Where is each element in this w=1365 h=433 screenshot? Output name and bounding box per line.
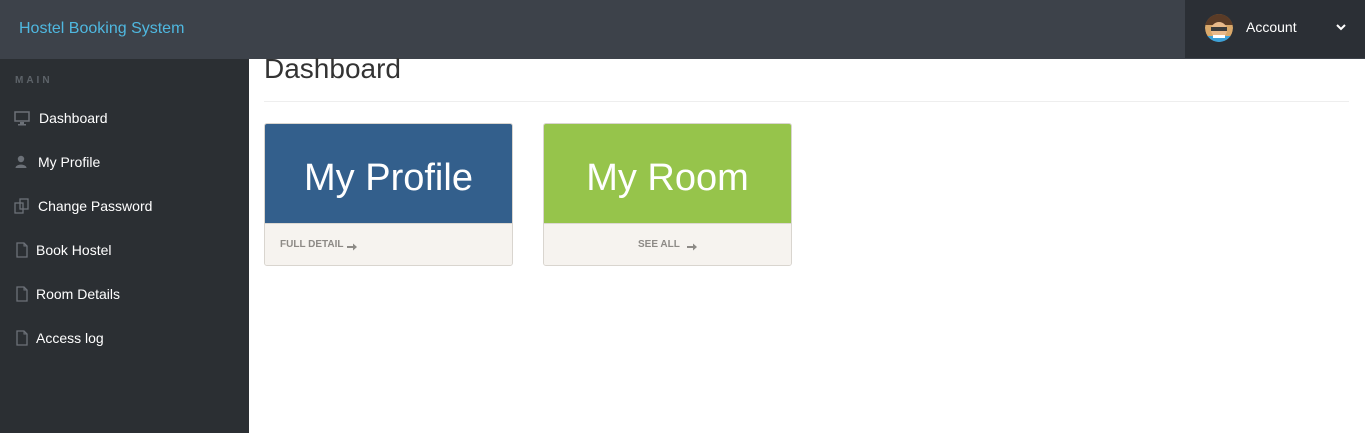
file-icon [14,330,30,346]
full-detail-link[interactable]: FULL DETAIL [265,223,512,265]
sidebar-item-label: My Profile [38,154,101,170]
my-room-card: My Room SEE ALL [543,123,792,266]
sidebar-heading: MAIN [15,75,53,86]
main-content: Dashboard My Profile FULL DETAIL My Room… [249,53,1365,433]
card-footer-label: FULL DETAIL [280,239,344,250]
sidebar-item-book-hostel[interactable]: Book Hostel [0,228,249,272]
card-footer-label: SEE ALL [638,239,680,250]
sidebar-item-dashboard[interactable]: Dashboard [0,96,249,140]
arrow-right-icon [687,239,697,251]
arrow-right-icon [347,239,357,251]
sidebar: MAIN Dashboard My Profile Change Passwor… [0,59,249,433]
page-title: Dashboard [264,53,401,84]
sidebar-item-change-password[interactable]: Change Password [0,184,249,228]
card-title: My Room [544,124,791,223]
see-all-link[interactable]: SEE ALL [544,223,791,265]
file-icon [14,242,30,258]
my-profile-card: My Profile FULL DETAIL [264,123,513,266]
avatar [1205,14,1233,42]
top-navbar: Hostel Booking System Account [0,0,1365,59]
sidebar-item-my-profile[interactable]: My Profile [0,140,249,184]
user-icon [14,154,30,170]
files-icon [14,198,30,214]
sidebar-item-room-details[interactable]: Room Details [0,272,249,316]
chevron-down-icon [1335,20,1347,32]
sidebar-item-label: Book Hostel [36,242,112,258]
brand-link[interactable]: Hostel Booking System [19,0,184,57]
sidebar-item-label: Room Details [36,286,121,302]
title-divider [264,101,1349,102]
sidebar-item-access-log[interactable]: Access log [0,316,249,360]
account-label: Account [1246,19,1297,35]
monitor-icon [14,110,30,126]
account-dropdown[interactable]: Account [1185,0,1365,58]
sidebar-item-label: Access log [36,330,104,346]
file-icon [14,286,30,302]
card-title: My Profile [265,124,512,223]
sidebar-item-label: Change Password [38,198,153,214]
sidebar-item-label: Dashboard [39,110,108,126]
